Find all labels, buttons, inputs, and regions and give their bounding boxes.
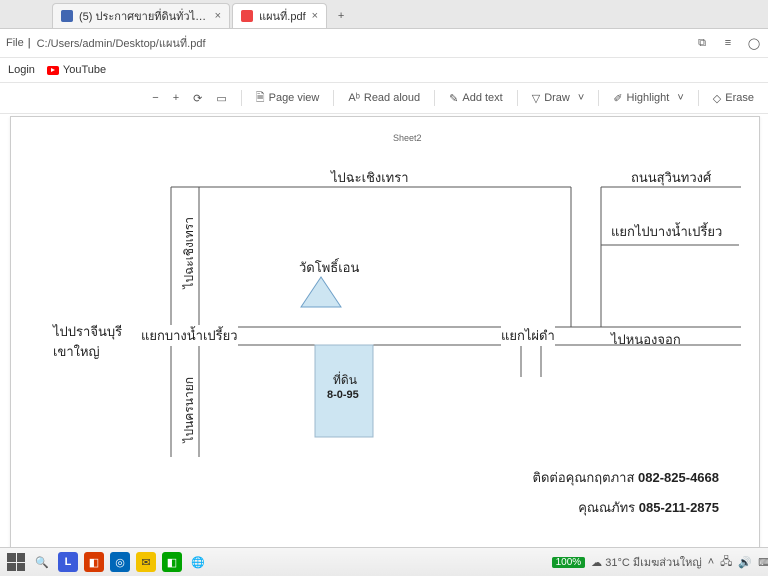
search-icon[interactable]: 🔍 <box>32 552 52 572</box>
taskbar-app-4[interactable]: ◧ <box>162 552 182 572</box>
label-land: ที่ดิน <box>333 371 357 390</box>
label-to-nakhon-nayok-vertical: ไปนครนายก <box>179 377 198 443</box>
contact-line-1: ติดต่อคุณกฤตภาส 082-825-4668 <box>533 467 719 488</box>
tab-title: แผนที่.pdf <box>259 7 306 25</box>
close-icon[interactable]: × <box>312 10 318 22</box>
label-land-area: 8-0-95 <box>327 389 359 401</box>
pdf-viewport[interactable]: Sheet2 <box>0 114 768 552</box>
pdf-icon <box>241 10 253 22</box>
label-suwinthawong-rd: ถนนสุวินทวงศ์ <box>631 167 711 188</box>
facebook-icon <box>61 10 73 22</box>
label-wat-pho-en: วัดโพธิ์เอน <box>299 257 359 278</box>
label-yaek-bang-nam-preaw: แยกบางน้ำเปรี้ยว <box>141 325 238 346</box>
new-tab-button[interactable]: + <box>329 4 353 28</box>
contact-line-2: คุณณภัทร 085-211-2875 <box>578 497 719 518</box>
rotate-button[interactable]: ⟳ <box>193 92 202 105</box>
erase-button[interactable]: ◇Erase <box>713 92 754 105</box>
fav-youtube[interactable]: YouTube <box>47 64 106 76</box>
taskbar-app-chrome[interactable]: 🌐 <box>188 552 208 572</box>
label-to-chachoengsao: ไปฉะเชิงเทรา <box>331 167 409 188</box>
label-yaek-phai-dam: แยกไผ่ดำ <box>501 325 555 346</box>
label-to-nong-chok: ไปหนองจอก <box>611 329 681 350</box>
fit-button[interactable]: ▭ <box>216 92 226 105</box>
pdf-toolbar: − + ⟳ ▭ 🗎Page view AᵇRead aloud ✎Add tex… <box>0 83 768 114</box>
label-to-prachinburi: ไปปราจีนบุรี <box>53 321 122 342</box>
reader-icon[interactable]: ≡ <box>720 35 736 51</box>
url-text[interactable]: C:/Users/admin/Desktop/แผนที่.pdf <box>37 34 684 52</box>
page-view-button[interactable]: 🗎Page view <box>256 89 320 108</box>
label-khao-yai: เขาใหญ่ <box>53 341 100 362</box>
read-aloud-button[interactable]: AᵇRead aloud <box>348 92 420 104</box>
profile-icon[interactable]: ◯ <box>746 35 762 51</box>
youtube-icon <box>47 66 59 75</box>
label-yaek-to-bang-nam-preaw: แยกไปบางน้ำเปรี้ยว <box>611 221 722 242</box>
pdf-page: Sheet2 <box>10 116 760 548</box>
tab-title: (5) ประกาศขายที่ดินทั่วไทย | Facebo <box>79 7 209 25</box>
zoom-in-button[interactable]: + <box>173 92 179 104</box>
chevron-up-icon[interactable]: ˄ <box>708 556 714 568</box>
url-scheme-label: File <box>6 37 24 49</box>
system-tray[interactable]: 100% ☁ 31°C มีเมฆส่วนใหญ่ ˄ 🖧 🔊 ⌨ <box>552 553 768 572</box>
taskbar-app-3[interactable]: ✉ <box>136 552 156 572</box>
collections-icon[interactable]: ⧉ <box>694 35 710 51</box>
tab-facebook[interactable]: (5) ประกาศขายที่ดินทั่วไทย | Facebo × <box>52 3 230 28</box>
chevron-down-icon: ˅ <box>578 92 584 104</box>
tab-strip: (5) ประกาศขายที่ดินทั่วไทย | Facebo × แผ… <box>0 0 768 29</box>
fav-login[interactable]: Login <box>8 64 35 76</box>
tab-pdf[interactable]: แผนที่.pdf × <box>232 3 327 28</box>
highlight-button[interactable]: ✐Highlight˅ <box>613 92 683 105</box>
weather-widget[interactable]: ☁ 31°C มีเมฆส่วนใหญ่ <box>591 553 702 571</box>
volume-icon[interactable]: 🔊 <box>738 556 752 569</box>
taskbar-app-1[interactable]: L <box>58 552 78 572</box>
draw-button[interactable]: ▽Draw˅ <box>532 92 585 105</box>
language-icon[interactable]: ⌨ <box>758 556 768 569</box>
zoom-out-button[interactable]: − <box>152 92 158 104</box>
zoom-indicator[interactable]: 100% <box>552 557 586 568</box>
network-icon[interactable]: 🖧 <box>720 553 732 572</box>
address-bar: File | C:/Users/admin/Desktop/แผนที่.pdf… <box>0 29 768 58</box>
start-button[interactable] <box>6 552 26 572</box>
close-icon[interactable]: × <box>215 10 221 22</box>
label-to-chachoengsao-vertical: ไปฉะเชิงเทรา <box>179 217 198 289</box>
chevron-down-icon: ˅ <box>677 92 683 104</box>
taskbar: 🔍 L ◧ ◎ ✉ ◧ 🌐 100% ☁ 31°C มีเมฆส่วนใหญ่ … <box>0 547 768 576</box>
taskbar-app-edge[interactable]: ◎ <box>110 552 130 572</box>
add-text-button[interactable]: ✎Add text <box>449 92 503 105</box>
favorites-bar: Login YouTube <box>0 58 768 83</box>
taskbar-app-2[interactable]: ◧ <box>84 552 104 572</box>
